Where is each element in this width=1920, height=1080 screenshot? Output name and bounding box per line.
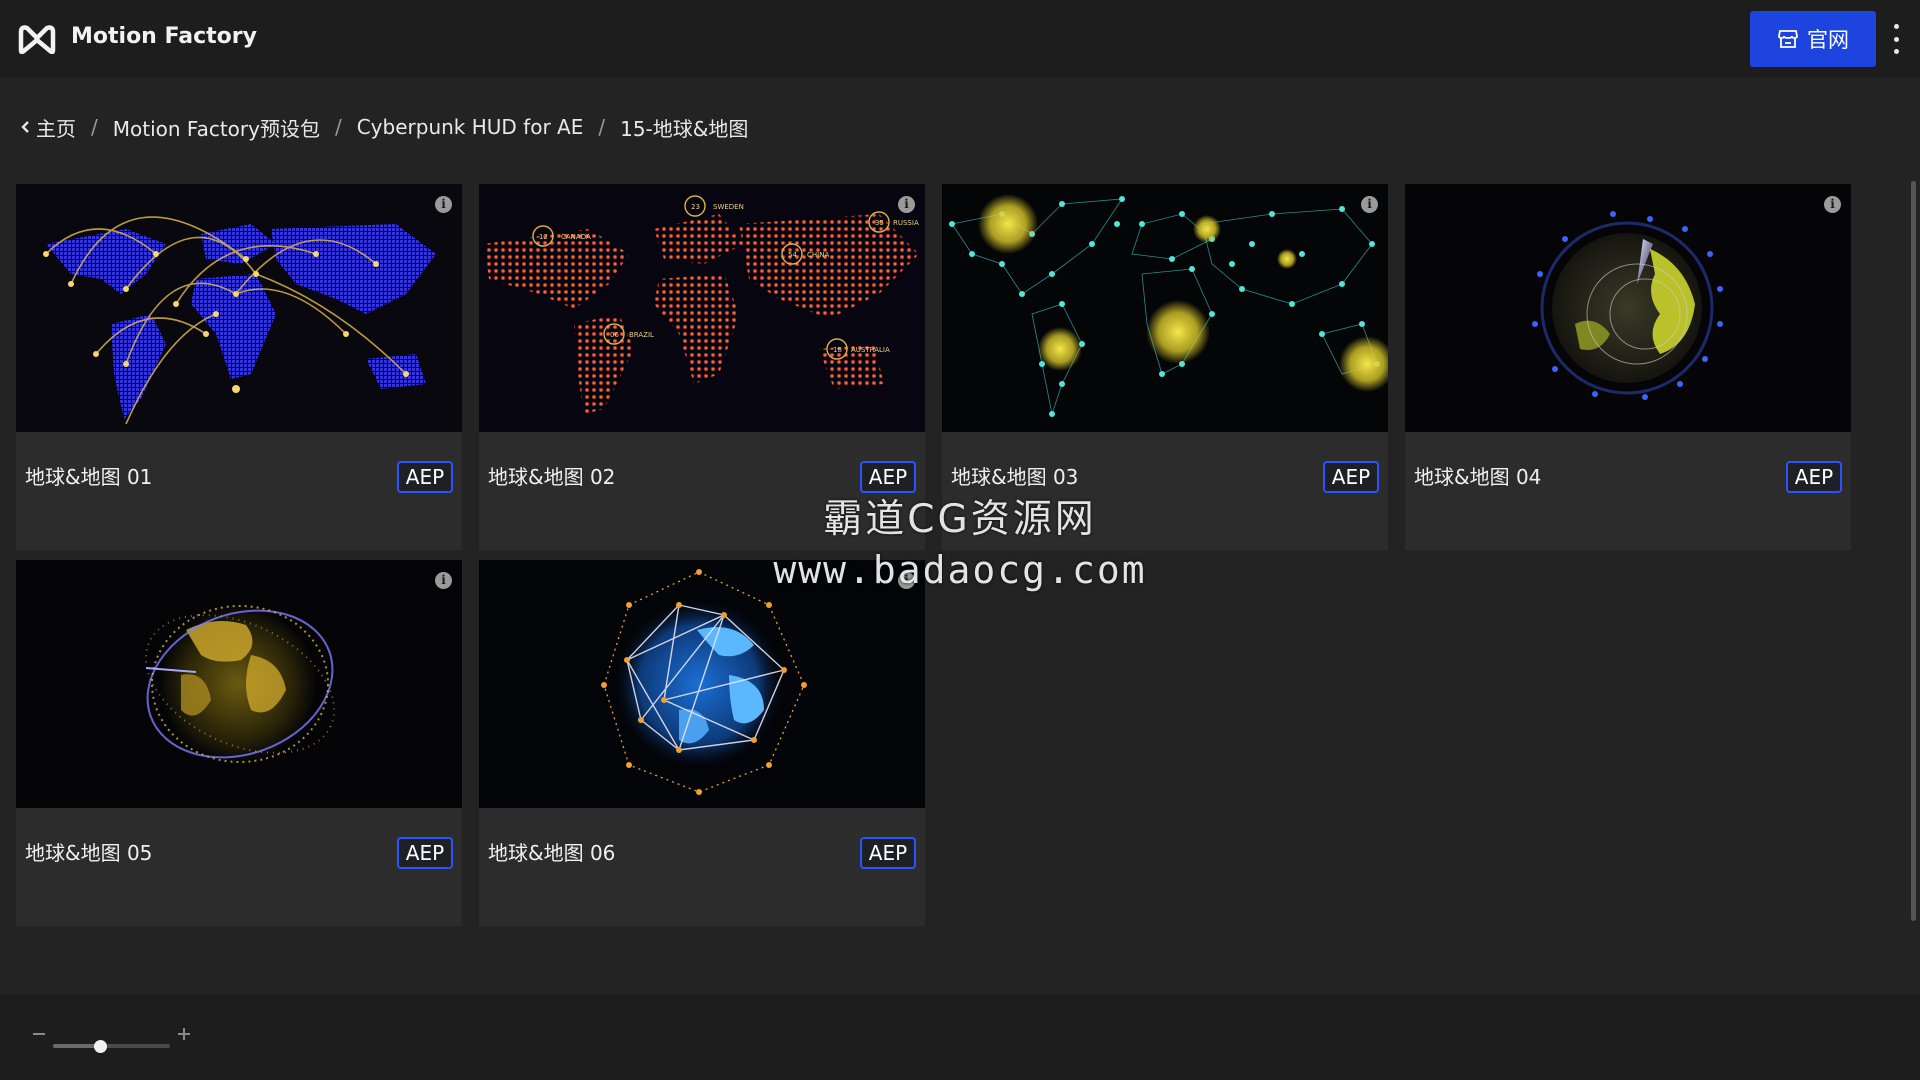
map-marker-label: AUSTRALIA [851,346,890,354]
watermark-line-2: www.badaocg.com [773,548,1147,592]
map-marker-label: CHINA [807,251,829,259]
watermark: 霸道CG资源网 www.badaocg.com [760,488,1160,592]
bottom-bar [0,995,1920,1080]
asset-card-04[interactable]: i 地球&地图 04 AEP [1405,184,1851,550]
map-marker-label: BRAZIL [629,331,654,339]
world-map-network-thumbnail [942,184,1388,432]
asset-thumbnail: i [942,184,1388,432]
more-menu-icon[interactable] [1889,24,1903,54]
aep-badge: AEP [860,837,916,869]
map-marker-value: 54 [788,251,797,259]
asset-title: 地球&地图 05 [25,841,153,865]
official-site-button[interactable]: 官网 [1750,11,1876,67]
globe-radar-thumbnail [1405,184,1851,432]
info-icon[interactable]: i [1361,196,1378,213]
chevron-left-icon [21,121,29,133]
map-marker-value: 23 [691,203,700,211]
motion-factory-logo-icon[interactable] [17,22,57,54]
map-marker-label: CANADA [561,233,591,241]
map-marker-label: RUSSIA [893,219,919,227]
asset-title: 地球&地图 03 [951,465,1079,489]
zoom-slider-fill [53,1044,100,1048]
aep-badge: AEP [1786,461,1842,493]
aep-badge: AEP [397,837,453,869]
official-site-label: 官网 [1807,28,1849,52]
asset-thumbnail: 12 CANADA 23 SWEDEN 35 RUSSIA 54 CHINA 0… [479,184,925,432]
asset-thumbnail: i [1405,184,1851,432]
breadcrumb-cyberpunk-hud[interactable]: Cyberpunk HUD for AE [357,115,584,139]
map-marker-value: 18 [833,346,842,354]
app-name: Motion Factory [71,24,257,49]
zoom-out-icon[interactable] [30,1025,48,1043]
golden-globe-thumbnail [16,560,462,808]
breadcrumb-preset-pack[interactable]: Motion Factory预设包 [113,113,320,142]
asset-title: 地球&地图 01 [25,465,153,489]
asset-title: 地球&地图 02 [488,465,616,489]
breadcrumb-separator: / [598,115,606,139]
info-icon[interactable]: i [435,572,452,589]
map-marker-label: SWEDEN [713,203,744,211]
asset-card-01[interactable]: i 地球&地图 01 AEP [16,184,462,550]
info-icon[interactable]: i [898,196,915,213]
breadcrumb-home-label: 主页 [36,116,76,141]
asset-card-05[interactable]: i 地球&地图 05 AEP [16,560,462,926]
asset-card-06[interactable]: i 地球&地图 06 AEP [479,560,925,926]
map-marker-value: 12 [539,233,548,241]
asset-thumbnail: i [479,560,925,808]
vertical-scrollbar[interactable] [1911,181,1916,921]
network-globe-thumbnail [479,560,925,808]
zoom-slider[interactable] [53,1044,170,1048]
breadcrumb-current: 15-地球&地图 [620,116,749,141]
world-map-arcs-thumbnail [16,184,462,432]
info-icon[interactable]: i [1824,196,1841,213]
world-map-dots-thumbnail: 12 CANADA 23 SWEDEN 35 RUSSIA 54 CHINA 0… [479,184,925,432]
zoom-in-icon[interactable] [175,1025,193,1043]
breadcrumb-home[interactable]: 主页 [20,113,76,142]
breadcrumb: 主页 / Motion Factory预设包 / Cyberpunk HUD f… [20,112,748,142]
watermark-line-1: 霸道CG资源网 [823,497,1097,542]
map-marker-value: 35 [875,219,884,227]
aep-badge: AEP [397,461,453,493]
asset-title: 地球&地图 04 [1414,465,1542,489]
zoom-slider-handle[interactable] [93,1040,107,1053]
asset-thumbnail: i [16,184,462,432]
store-icon [1778,30,1798,48]
breadcrumb-separator: / [334,115,342,139]
top-bar: Motion Factory 官网 [0,0,1920,77]
info-icon[interactable]: i [435,196,452,213]
aep-badge: AEP [1323,461,1379,493]
map-marker-value: 06 [610,331,619,339]
breadcrumb-separator: / [91,115,98,139]
asset-thumbnail: i [16,560,462,808]
asset-title: 地球&地图 06 [488,841,616,865]
